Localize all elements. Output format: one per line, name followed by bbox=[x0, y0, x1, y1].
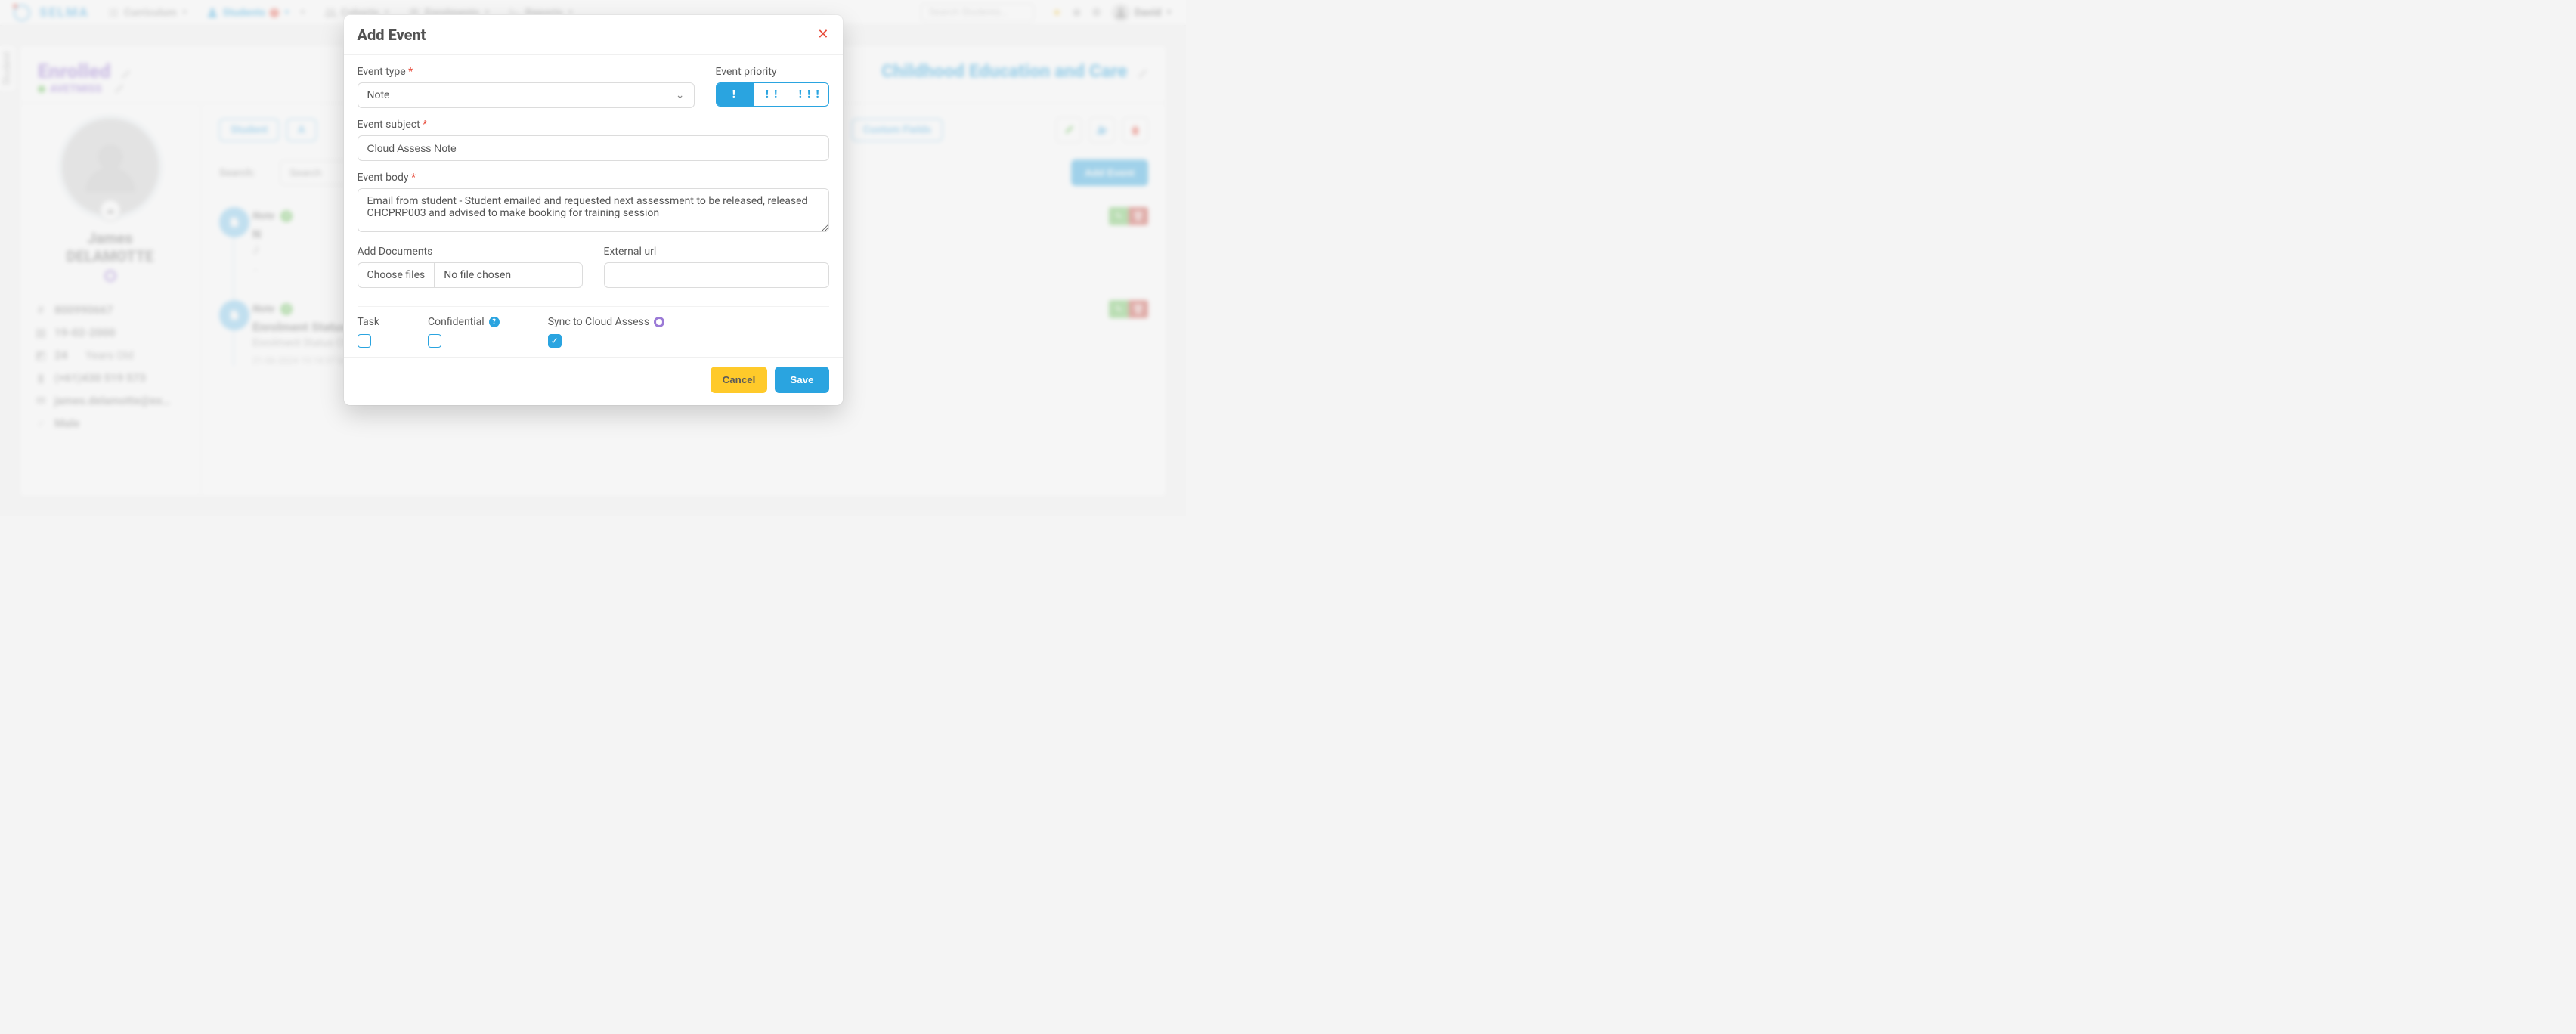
priority-high[interactable]: ! ! ! bbox=[791, 83, 828, 106]
checkbox-row: Task Confidential ? Sync to Cloud Assess… bbox=[358, 306, 829, 352]
task-check: Task bbox=[358, 316, 380, 348]
event-subject-label: Event subject * bbox=[358, 119, 829, 131]
sync-label: Sync to Cloud Assess bbox=[548, 316, 649, 328]
confidential-check: Confidential ? bbox=[428, 316, 500, 348]
event-priority-group: ! ! ! ! ! ! bbox=[716, 82, 829, 107]
event-type-value: Note bbox=[367, 89, 390, 101]
modal-header: Add Event ✕ bbox=[344, 15, 843, 55]
choose-files-button[interactable]: Choose files bbox=[358, 263, 435, 287]
save-button[interactable]: Save bbox=[775, 367, 828, 393]
external-url-input[interactable] bbox=[604, 262, 829, 288]
sync-checkbox[interactable]: ✓ bbox=[548, 334, 562, 348]
add-event-modal: Add Event ✕ Event type * Note ⌄ Event pr… bbox=[344, 15, 843, 405]
confidential-label: Confidential bbox=[428, 316, 485, 328]
event-subject-input[interactable] bbox=[358, 135, 829, 161]
file-input[interactable]: Choose files No file chosen bbox=[358, 262, 583, 288]
modal-footer: Cancel Save bbox=[344, 357, 843, 405]
file-status: No file chosen bbox=[435, 263, 520, 287]
task-checkbox[interactable] bbox=[358, 334, 371, 348]
modal-body: Event type * Note ⌄ Event priority ! ! !… bbox=[344, 55, 843, 357]
event-body-textarea[interactable] bbox=[358, 188, 829, 232]
confidential-checkbox[interactable] bbox=[428, 334, 441, 348]
event-body-label: Event body * bbox=[358, 172, 829, 184]
help-icon[interactable]: ? bbox=[489, 317, 500, 327]
priority-med[interactable]: ! ! bbox=[753, 83, 791, 106]
chevron-down-icon: ⌄ bbox=[676, 89, 685, 101]
event-type-select[interactable]: Note ⌄ bbox=[358, 82, 695, 108]
task-label: Task bbox=[358, 316, 380, 328]
sync-check: Sync to Cloud Assess ✓ bbox=[548, 316, 664, 348]
event-priority-label: Event priority bbox=[716, 66, 829, 78]
cloudassess-icon bbox=[654, 317, 664, 327]
modal-title: Add Event bbox=[358, 26, 426, 44]
priority-low[interactable]: ! bbox=[717, 83, 754, 106]
cancel-button[interactable]: Cancel bbox=[711, 367, 768, 393]
modal-close-button[interactable]: ✕ bbox=[817, 28, 828, 42]
event-type-label: Event type * bbox=[358, 66, 695, 78]
external-url-label: External url bbox=[604, 246, 829, 258]
add-documents-label: Add Documents bbox=[358, 246, 583, 258]
